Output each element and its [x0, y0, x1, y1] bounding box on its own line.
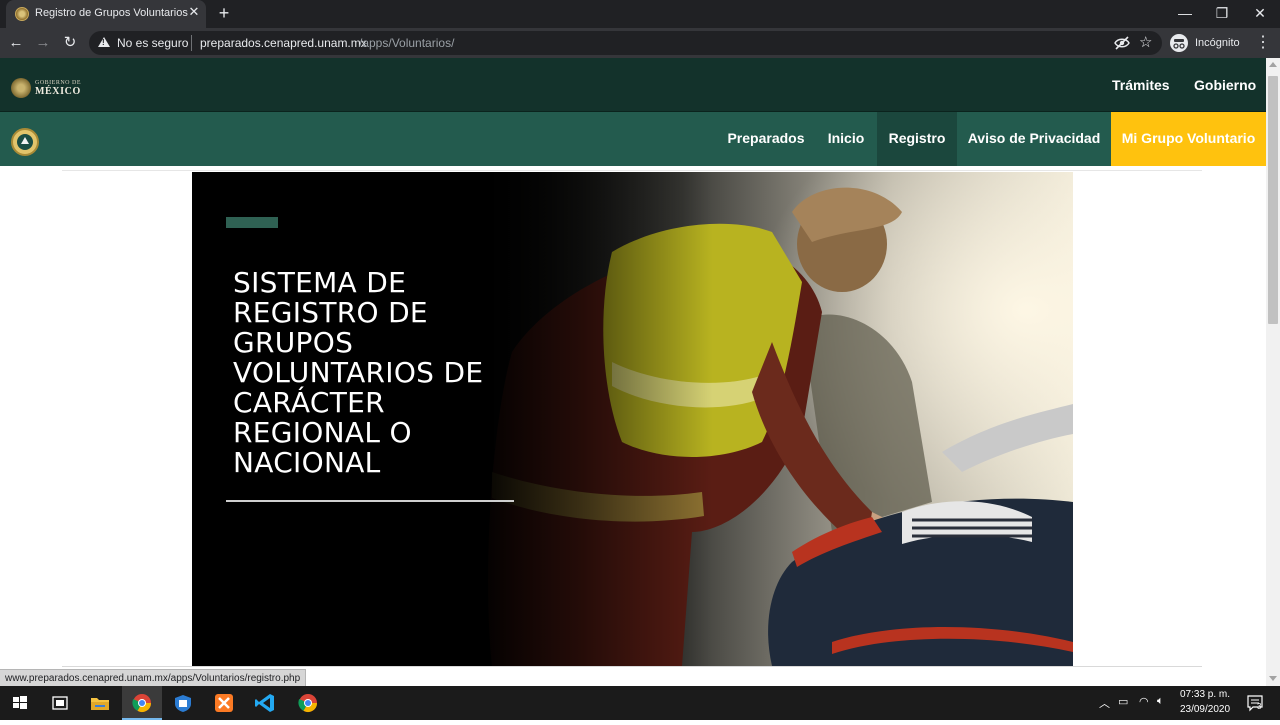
page-viewport: GOBIERNO DE MÉXICO Trámites Gobierno Pre…	[0, 58, 1266, 686]
gobierno-link[interactable]: Gobierno	[1194, 77, 1256, 93]
hero-title: SISTEMA DE REGISTRO DE GRUPOS VOLUNTARIO…	[233, 266, 484, 479]
forward-button[interactable]: →	[33, 33, 53, 53]
government-seal-icon[interactable]	[11, 78, 31, 98]
incognito-label: Incógnito	[1195, 37, 1240, 49]
incognito-icon	[1170, 34, 1188, 52]
scroll-up-icon[interactable]	[1269, 62, 1277, 67]
nav-mi-grupo-voluntario[interactable]: Mi Grupo Voluntario	[1111, 112, 1266, 166]
nav-aviso-privacidad[interactable]: Aviso de Privacidad	[958, 112, 1110, 166]
url-host[interactable]: preparados.cenapred.unam.mx	[200, 36, 367, 50]
hero-top-divider	[62, 170, 1202, 171]
notification-count: 3	[1257, 702, 1262, 711]
task-view-icon[interactable]	[40, 686, 80, 720]
clock-time[interactable]: 07:33 p. m.	[1176, 689, 1234, 700]
site-favicon-icon	[15, 7, 29, 21]
gov-logo-line2[interactable]: MÉXICO	[35, 86, 81, 97]
vscode-icon[interactable]	[245, 686, 285, 720]
address-bar[interactable]: No es seguro preparados.cenapred.unam.mx…	[89, 31, 1162, 55]
incognito-indicator[interactable]: Incógnito	[1170, 34, 1240, 52]
tab-close-icon[interactable]: ✕	[186, 4, 202, 20]
government-header: GOBIERNO DE MÉXICO Trámites Gobierno	[0, 58, 1266, 112]
clock-date[interactable]: 23/09/2020	[1176, 704, 1234, 715]
minimize-button[interactable]: —	[1174, 2, 1196, 24]
hero-banner: SISTEMA DE REGISTRO DE GRUPOS VOLUNTARIO…	[192, 172, 1073, 666]
bookmark-star-icon[interactable]: ☆	[1139, 33, 1152, 51]
scrollbar-thumb[interactable]	[1268, 76, 1278, 324]
scroll-down-icon[interactable]	[1269, 676, 1277, 681]
restore-button[interactable]: ❐	[1211, 2, 1233, 24]
windows-taskbar: ︿ ▭ ◠ 🔈︎ 07:33 p. m. 23/09/2020 3	[0, 686, 1280, 720]
cenapred-emblem-icon[interactable]	[11, 128, 39, 156]
reload-button[interactable]: ↻	[60, 33, 80, 53]
page-scrollbar[interactable]	[1266, 58, 1280, 686]
paramedic-photo	[472, 172, 1073, 666]
chrome-icon[interactable]	[288, 686, 328, 720]
volume-icon[interactable]: 🔈︎	[1157, 695, 1164, 708]
hero-bottom-divider	[62, 666, 1202, 667]
tab-title: Registro de Grupos Voluntarios	[35, 7, 188, 19]
link-status-bubble: www.preparados.cenapred.unam.mx/apps/Vol…	[0, 669, 307, 687]
browser-menu-icon[interactable]: ⋮	[1255, 34, 1271, 52]
close-window-button[interactable]: ✕	[1249, 2, 1271, 24]
wifi-icon[interactable]: ◠	[1139, 695, 1149, 708]
url-path[interactable]: /apps/Voluntarios/	[359, 36, 454, 50]
back-button[interactable]: ←	[6, 33, 26, 53]
battery-icon[interactable]: ▭	[1118, 695, 1128, 708]
nav-inicio[interactable]: Inicio	[816, 112, 876, 166]
new-tab-button[interactable]: +	[215, 4, 233, 22]
tray-chevron-up-icon[interactable]: ︿	[1099, 695, 1110, 711]
defender-icon[interactable]	[163, 686, 203, 720]
browser-toolbar: ← → ↻ No es seguro preparados.cenapred.u…	[0, 28, 1280, 58]
nav-registro[interactable]: Registro	[877, 112, 957, 166]
tramites-link[interactable]: Trámites	[1112, 77, 1170, 93]
chrome-icon[interactable]	[122, 686, 162, 720]
nav-preparados[interactable]: Preparados	[718, 112, 814, 166]
address-separator	[191, 35, 192, 51]
browser-tab[interactable]: Registro de Grupos Voluntarios ✕	[6, 0, 206, 28]
hero-accent-bar	[226, 217, 278, 228]
start-icon[interactable]	[0, 686, 40, 720]
warning-icon[interactable]	[98, 37, 110, 47]
file-explorer-icon[interactable]	[80, 686, 120, 720]
hero-title-underline	[226, 500, 514, 502]
notification-center-icon[interactable]: 3	[1240, 686, 1270, 720]
security-label[interactable]: No es seguro	[117, 36, 188, 50]
main-navigation: Preparados Inicio Registro Aviso de Priv…	[0, 112, 1266, 166]
xampp-icon[interactable]	[204, 686, 244, 720]
tab-strip: Registro de Grupos Voluntarios ✕ + — ❐ ✕	[0, 0, 1280, 28]
eye-off-icon[interactable]	[1114, 36, 1130, 50]
